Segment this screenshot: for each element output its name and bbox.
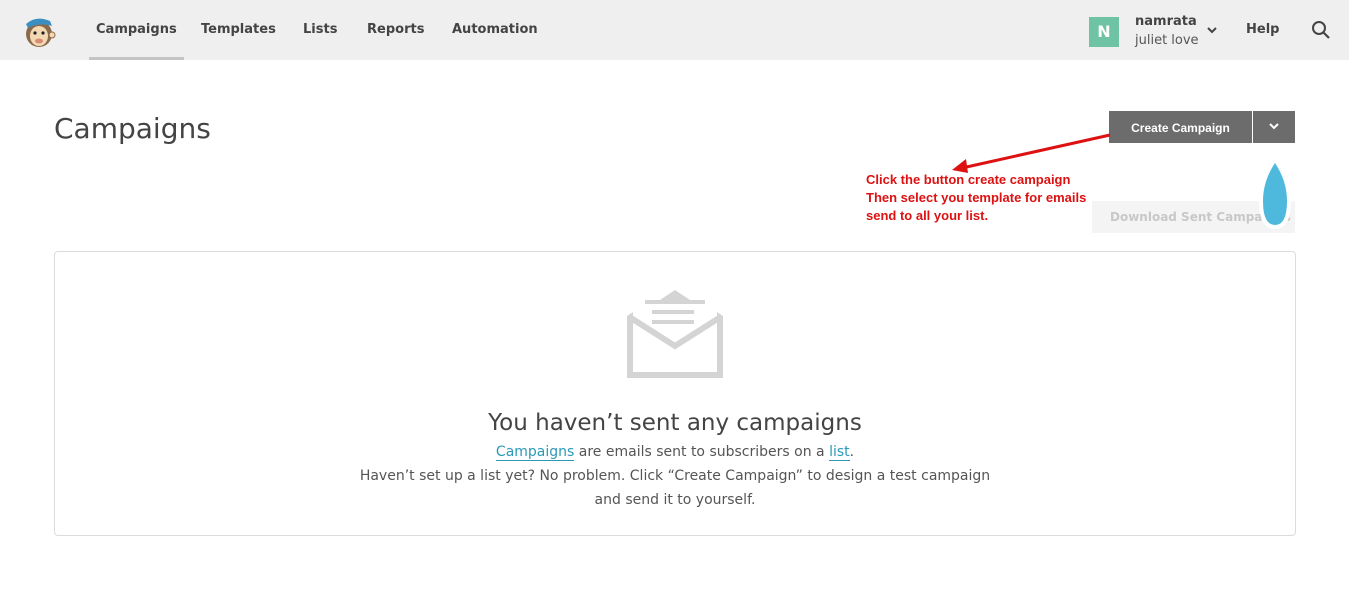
nav-lists[interactable]: Lists — [303, 0, 337, 60]
empty-state-line: Campaigns are emails sent to subscribers… — [55, 444, 1295, 461]
nav-reports[interactable]: Reports — [367, 0, 424, 60]
annotation-text: Click the button create campaign Then se… — [866, 171, 1086, 225]
chevron-down-icon[interactable] — [1205, 23, 1219, 37]
annotation-line: send to all your list. — [866, 208, 989, 223]
chevron-down-icon — [1269, 123, 1279, 130]
user-name[interactable]: namrata — [1135, 14, 1197, 29]
cursor-pointer-shape — [1259, 158, 1291, 229]
nav-campaigns[interactable]: Campaigns — [89, 0, 184, 60]
empty-state-line: and send it to yourself. — [594, 492, 756, 508]
campaigns-link[interactable]: Campaigns — [495, 444, 575, 461]
envelope-icon — [627, 290, 723, 378]
help-link[interactable]: Help — [1246, 0, 1279, 60]
top-navigation: Campaigns Templates Lists Reports Automa… — [0, 0, 1349, 60]
create-campaign-dropdown[interactable] — [1253, 111, 1295, 143]
annotation-line: Then select you template for emails — [866, 190, 1087, 205]
avatar[interactable]: N — [1089, 17, 1119, 47]
empty-state-title: You haven’t sent any campaigns — [488, 410, 862, 436]
empty-state-line: Haven’t set up a list yet? No problem. C… — [359, 468, 991, 484]
page-title: Campaigns — [54, 112, 211, 145]
nav-templates[interactable]: Templates — [201, 0, 276, 60]
logo-icon[interactable] — [22, 13, 56, 49]
nav-automation[interactable]: Automation — [452, 0, 538, 60]
empty-state-text: are emails sent to subscribers on a — [574, 444, 830, 460]
empty-state-card: You haven’t sent any campaigns Campaigns… — [54, 251, 1296, 536]
empty-state-text: . — [849, 444, 855, 460]
create-campaign-button[interactable]: Create Campaign — [1109, 111, 1252, 143]
user-org[interactable]: juliet love — [1135, 33, 1199, 48]
annotation-line: Click the button create campaign — [866, 172, 1071, 187]
list-link[interactable]: list — [829, 444, 850, 461]
search-icon[interactable] — [1311, 20, 1331, 40]
